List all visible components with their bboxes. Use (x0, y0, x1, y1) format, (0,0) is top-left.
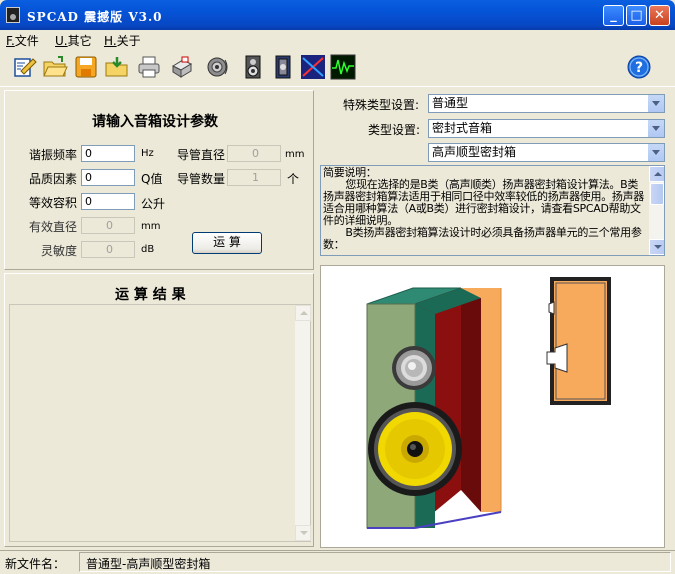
description-box[interactable]: 简要说明： 您现在选择的是B类（高声顺类）扬声器密封箱设计算法。B类扬声器密封箱… (320, 165, 665, 256)
menu-about[interactable]: H.关于 (104, 32, 141, 49)
subtype-value: 高声顺型密封箱 (432, 145, 517, 159)
port-count-label: 导管数量 (177, 172, 226, 186)
description-scrollbar[interactable] (648, 166, 664, 255)
qts-unit: Q值 (141, 172, 163, 186)
special-type-label: 特殊类型设置: (343, 98, 420, 112)
crossover-icon[interactable] (300, 54, 326, 80)
type-label: 类型设置: (368, 123, 421, 137)
special-type-select[interactable]: 普通型 (428, 94, 665, 113)
port-count-unit: 个 (287, 172, 300, 186)
print-icon[interactable] (136, 54, 162, 80)
results-textarea[interactable] (9, 304, 311, 542)
speaker-illustration (320, 265, 665, 548)
title-bar: SPCAD 震撼版 V3.0 _ □ ✕ (0, 0, 675, 30)
status-bar: 新文件名： 普通型-高声顺型密封箱 (0, 550, 675, 574)
spl-label: 灵敏度 (41, 244, 78, 258)
port-diameter-unit: mm (285, 149, 305, 160)
scroll-down-button[interactable] (649, 239, 664, 255)
fs-label: 谐振频率 (29, 148, 78, 162)
speaker-box2-icon[interactable] (270, 54, 296, 80)
scroll-thumb[interactable] (650, 183, 664, 205)
vas-label: 等效容积 (29, 196, 78, 210)
params-panel: 请输入音箱设计参数 谐振频率 0 Hz 品质因素 0 Q值 等效容积 0 公升 … (4, 90, 314, 270)
sd-label: 有效直径 (29, 220, 78, 234)
spl-unit: dB (141, 244, 155, 255)
scroll-up-button[interactable] (295, 305, 311, 321)
type-select[interactable]: 密封式音箱 (428, 119, 665, 138)
sd-unit: mm (141, 221, 161, 232)
scroll-up-button[interactable] (649, 166, 664, 182)
status-label: 新文件名： (5, 557, 66, 571)
port-count-input[interactable]: 1 (227, 169, 281, 186)
params-heading: 请输入音箱设计参数 (92, 114, 218, 130)
status-value-field: 普通型-高声顺型密封箱 (79, 552, 671, 572)
calculate-button[interactable]: 运 算 (192, 232, 262, 254)
speaker-box-icon[interactable] (240, 54, 266, 80)
qts-input[interactable]: 0 (81, 169, 135, 186)
speaker-icon[interactable] (205, 54, 231, 80)
menu-file[interactable]: F.文件 (6, 32, 39, 49)
chevron-down-icon[interactable] (647, 144, 664, 161)
port-diameter-label: 导管直径 (177, 148, 226, 162)
qts-label: 品质因素 (29, 172, 78, 186)
menu-other[interactable]: U.其它 (55, 32, 92, 49)
subtype-select[interactable]: 高声顺型密封箱 (428, 143, 665, 162)
spl-input[interactable]: 0 (81, 241, 135, 258)
fs-input[interactable]: 0 (81, 145, 135, 162)
results-heading: 运 算 结 果 (115, 287, 186, 303)
chevron-down-icon[interactable] (647, 120, 664, 137)
window-title: SPCAD 震撼版 V3.0 (27, 10, 163, 24)
sd-input[interactable]: 0 (81, 217, 135, 234)
vas-unit: 公升 (141, 197, 166, 211)
export-icon[interactable] (104, 54, 130, 80)
waveform-icon[interactable] (330, 54, 356, 80)
type-value: 密封式音箱 (432, 121, 493, 135)
edit-icon[interactable] (12, 54, 38, 80)
maximize-button[interactable]: □ (626, 5, 647, 26)
special-type-value: 普通型 (432, 96, 469, 110)
app-icon[interactable] (6, 7, 20, 23)
chevron-down-icon[interactable] (647, 95, 664, 112)
svg-text:?: ? (635, 60, 643, 76)
open-folder-icon[interactable] (42, 54, 68, 80)
menu-bar: F.文件 U.其它 H.关于 (0, 30, 675, 49)
port-diameter-input[interactable]: 0 (227, 145, 281, 162)
status-value: 普通型-高声顺型密封箱 (86, 557, 211, 571)
scroll-down-button[interactable] (295, 525, 311, 541)
printer-icon[interactable] (168, 54, 194, 80)
results-panel: 运 算 结 果 (4, 273, 314, 547)
description-text: 简要说明： 您现在选择的是B类（高声顺类）扬声器密封箱设计算法。B类扬声器密封箱… (323, 166, 644, 251)
toolbar: ? (0, 49, 675, 87)
save-icon[interactable] (73, 54, 99, 80)
vas-input[interactable]: 0 (81, 193, 135, 210)
close-button[interactable]: ✕ (649, 5, 670, 26)
minimize-button[interactable]: _ (603, 5, 624, 26)
results-scrollbar[interactable] (294, 305, 311, 541)
fs-unit: Hz (141, 148, 154, 159)
help-icon[interactable]: ? (626, 54, 652, 80)
